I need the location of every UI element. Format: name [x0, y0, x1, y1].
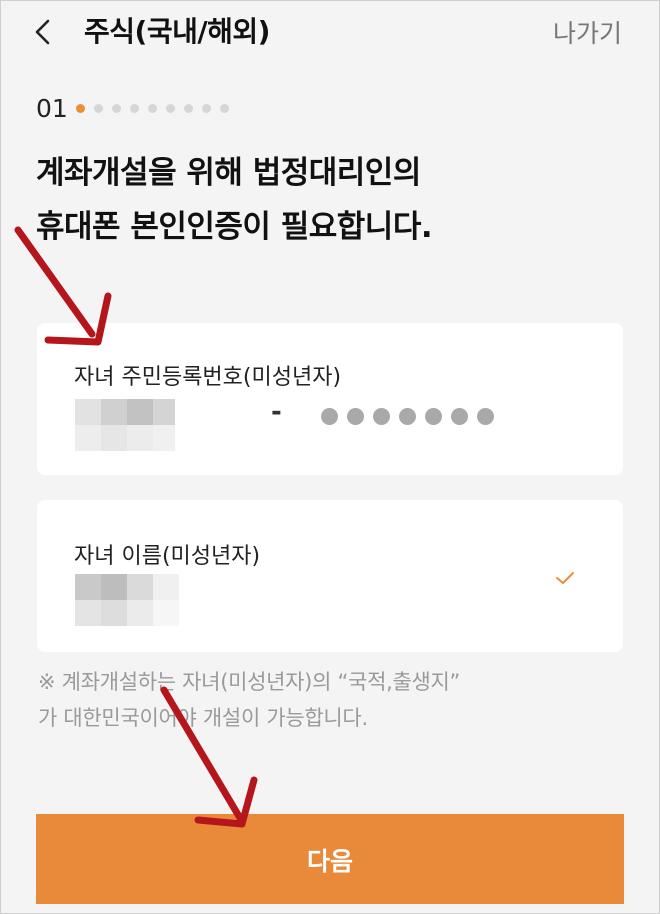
- name-label: 자녀 이름(미성년자): [74, 544, 261, 569]
- app-header: 주식(국내/해외) 나가기: [0, 0, 660, 66]
- name-field-card[interactable]: 자녀 이름(미성년자): [37, 500, 623, 652]
- step-dot: [93, 104, 103, 113]
- step-dot: [147, 104, 157, 113]
- back-arrow-icon[interactable]: [28, 14, 58, 50]
- next-button-label: 다음: [306, 847, 353, 876]
- masked-digit: [321, 408, 338, 425]
- step-dot: [201, 104, 211, 113]
- masked-digit: [425, 408, 442, 425]
- next-button[interactable]: 다음: [36, 814, 624, 904]
- masked-digit: [451, 408, 468, 425]
- ssn-separator: -: [271, 397, 282, 427]
- step-indicator: 01: [36, 94, 229, 123]
- step-dot: [165, 104, 175, 113]
- annotation-arrow-icon: [14, 226, 112, 346]
- masked-digit: [399, 408, 416, 425]
- heading-line-1: 계좌개설을 위해 법정대리인의: [36, 155, 421, 191]
- step-number: 01: [36, 94, 68, 123]
- step-dot: [111, 104, 121, 113]
- annotation-arrow-icon: [160, 686, 258, 828]
- step-dot-active: [75, 104, 85, 113]
- masked-digit: [373, 408, 390, 425]
- masked-digit: [477, 408, 494, 425]
- step-dot: [183, 104, 193, 113]
- ssn-back-masked[interactable]: [321, 408, 503, 425]
- name-blurred-value[interactable]: [75, 574, 179, 626]
- exit-button[interactable]: 나가기: [553, 14, 622, 50]
- ssn-label: 자녀 주민등록번호(미성년자): [74, 365, 342, 390]
- step-dot: [219, 104, 229, 113]
- step-dot: [129, 104, 139, 113]
- ssn-front-blurred-value[interactable]: [75, 399, 175, 451]
- masked-digit: [347, 408, 364, 425]
- page-title: 주식(국내/해외): [84, 15, 270, 48]
- check-icon: [556, 572, 574, 584]
